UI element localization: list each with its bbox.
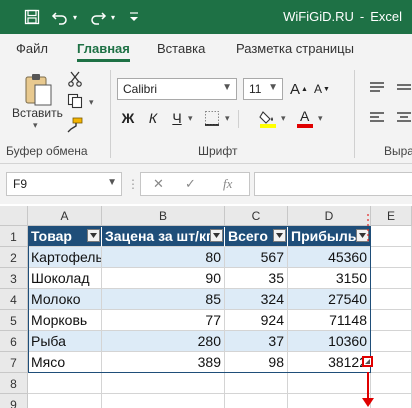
annotation-overlay [362,214,374,407]
annotation-arrow-head [362,398,374,407]
table-resize-handle[interactable] [362,356,373,367]
